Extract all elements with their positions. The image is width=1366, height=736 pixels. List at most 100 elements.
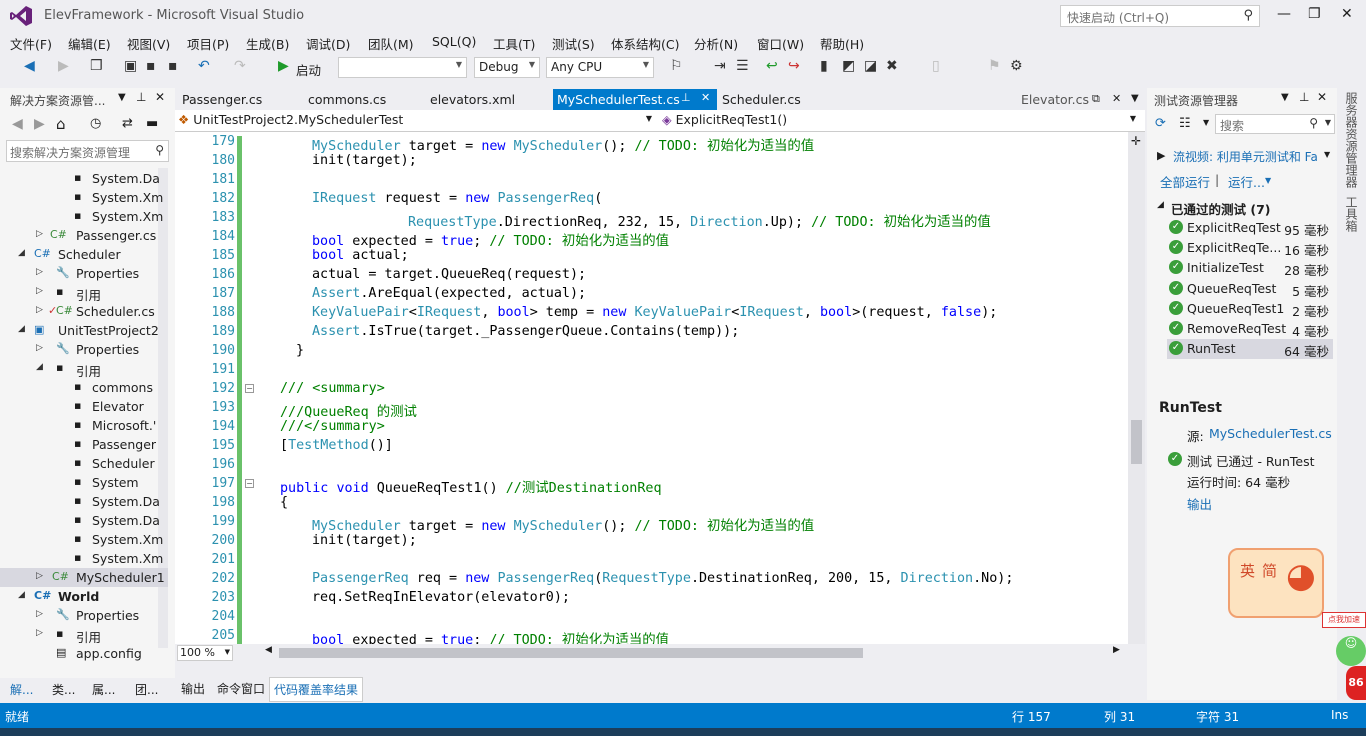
- expand-icon[interactable]: ▷: [36, 609, 43, 619]
- tab-elevator-preview[interactable]: Elevator.cs: [1015, 89, 1095, 110]
- tab-server-explorer[interactable]: 服务器资源管理器: [1343, 92, 1360, 188]
- uncomment-icon[interactable]: ↪: [788, 58, 800, 74]
- tree-item[interactable]: ▪ Passenger: [0, 435, 168, 454]
- close-button[interactable]: ✕: [1341, 6, 1353, 22]
- tree-item[interactable]: ▷ 🔧 Properties: [0, 340, 168, 359]
- history-icon[interactable]: ◷: [90, 116, 101, 131]
- menu-build[interactable]: 生成(B): [246, 34, 289, 53]
- maximize-button[interactable]: ❐: [1308, 6, 1321, 22]
- playlist-link[interactable]: 流视频: 利用单元测试和 Fa: [1173, 148, 1323, 165]
- more-tools-icon[interactable]: ⚙: [1010, 58, 1023, 74]
- expand-icon[interactable]: ▷: [36, 267, 43, 277]
- save-icon[interactable]: ▪: [146, 58, 156, 74]
- indent-icon[interactable]: ☰: [736, 58, 749, 74]
- zoom-combo[interactable]: 100 % ▼: [177, 645, 233, 661]
- tree-item[interactable]: ◢ ▪ 引用: [0, 359, 168, 378]
- find-icon[interactable]: ⚐: [670, 58, 683, 74]
- tab-code-coverage[interactable]: 代码覆盖率结果: [269, 677, 364, 702]
- code-line[interactable]: [TestMethod()]: [280, 438, 393, 453]
- run-all-link[interactable]: 全部运行: [1160, 172, 1210, 191]
- preview-promote-icon[interactable]: ⧉: [1092, 92, 1100, 106]
- collapse-icon[interactable]: ◢: [1157, 200, 1164, 210]
- menu-help[interactable]: 帮助(H): [820, 34, 864, 53]
- collapse-icon[interactable]: ◢: [18, 324, 25, 334]
- tree-item[interactable]: ▷ ▪ 引用: [0, 283, 168, 302]
- code-line[interactable]: public void QueueReqTest1() //测试Destinat…: [280, 476, 662, 496]
- scroll-thumb[interactable]: [1131, 420, 1142, 464]
- scroll-left-icon[interactable]: ◀: [265, 645, 272, 655]
- code-line[interactable]: PassengerReq req = new PassengerReq(Requ…: [312, 571, 1013, 586]
- code-line[interactable]: actual = target.QueueReq(request);: [312, 267, 586, 282]
- expand-icon[interactable]: ▷: [36, 628, 43, 638]
- input-method-widget[interactable]: 英 简 ◕: [1228, 548, 1324, 618]
- tab-myschedulertest-active[interactable]: MySchedulerTest.cs ⊥ ✕: [553, 89, 717, 110]
- attach-icon[interactable]: ▯: [932, 58, 940, 74]
- code-line[interactable]: bool expected = true; // TODO: 初始化为适当的值: [312, 229, 669, 249]
- code-editor[interactable]: 179 MyScheduler target = new MyScheduler(…: [175, 132, 1130, 644]
- tab-scheduler[interactable]: Scheduler.cs: [716, 89, 807, 110]
- menu-project[interactable]: 项目(P): [187, 34, 229, 53]
- test-item[interactable]: ✓ QueueReqTest1 2 毫秒: [1167, 299, 1333, 319]
- collapse-icon[interactable]: ◢: [36, 362, 43, 372]
- code-line[interactable]: /// <summary>: [280, 381, 385, 396]
- source-link[interactable]: MySchedulerTest.cs ,: [1209, 426, 1333, 441]
- code-line[interactable]: RequestType.DirectionReq, 232, 15, Direc…: [408, 210, 991, 230]
- code-line[interactable]: ///QueueReq 的测试: [280, 400, 417, 420]
- back-icon[interactable]: ◀: [24, 58, 35, 74]
- test-item-selected[interactable]: ✓ RunTest 64 毫秒: [1167, 339, 1333, 359]
- tree-item[interactable]: ◢ C# Scheduler: [0, 245, 168, 264]
- group-by-icon[interactable]: ☷: [1179, 116, 1191, 131]
- code-line[interactable]: IRequest request = new PassengerReq(: [312, 191, 602, 206]
- new-project-icon[interactable]: ❒: [90, 58, 103, 74]
- code-line[interactable]: init(target);: [312, 153, 417, 168]
- code-line[interactable]: init(target);: [312, 533, 417, 548]
- tab-team-explorer[interactable]: 团...: [135, 681, 158, 698]
- code-line[interactable]: KeyValuePair<IRequest, bool> temp = new …: [312, 305, 997, 320]
- expand-icon[interactable]: ▷: [36, 571, 43, 581]
- tree-item[interactable]: ▪ System.Xm: [0, 188, 168, 207]
- menu-tools[interactable]: 工具(T): [493, 34, 535, 53]
- menu-test[interactable]: 测试(S): [552, 34, 595, 53]
- tab-toolbox[interactable]: 工具箱: [1343, 196, 1360, 232]
- minimize-button[interactable]: —: [1277, 6, 1291, 22]
- dropdown-icon[interactable]: ▼: [1324, 150, 1330, 159]
- accelerator-ball-icon[interactable]: ☺: [1336, 636, 1366, 666]
- platform-combo[interactable]: Any CPU ▼: [546, 57, 654, 78]
- tree-item[interactable]: ▪ System.Xm: [0, 207, 168, 226]
- pin-icon[interactable]: ⊥: [1299, 90, 1309, 104]
- expand-icon[interactable]: ▷: [36, 229, 43, 239]
- refresh-icon[interactable]: ⟳: [1155, 116, 1166, 131]
- tab-command-window[interactable]: 命令窗口: [217, 680, 265, 697]
- code-line[interactable]: ///</summary>: [280, 419, 385, 434]
- code-line[interactable]: {: [280, 495, 288, 510]
- collapse-region-icon[interactable]: −: [245, 384, 254, 393]
- home-icon[interactable]: ⌂: [56, 115, 66, 133]
- code-line[interactable]: Assert.AreEqual(expected, actual);: [312, 286, 586, 301]
- scroll-right-icon[interactable]: ▶: [1113, 645, 1120, 655]
- pin-icon[interactable]: ⚑: [988, 58, 1001, 74]
- expand-icon[interactable]: ▷: [36, 343, 43, 353]
- menu-sql[interactable]: SQL(Q): [432, 34, 476, 49]
- close-icon[interactable]: ✕: [155, 90, 165, 104]
- tree-item[interactable]: ▷ ✓ C# Scheduler.cs: [0, 302, 168, 321]
- tab-passenger[interactable]: Passenger.cs: [176, 89, 268, 110]
- split-icon[interactable]: ✛: [1131, 134, 1141, 148]
- properties-icon[interactable]: ▬: [146, 116, 158, 131]
- clear-bookmarks-icon[interactable]: ✖: [886, 58, 898, 74]
- panel-dropdown-icon[interactable]: ▼: [1281, 92, 1289, 103]
- sync-icon[interactable]: ⇄: [122, 116, 133, 131]
- speedup-badge[interactable]: 点我加速: [1322, 612, 1366, 628]
- member-combo[interactable]: ◈ ExplicitReqTest1() ▼: [662, 112, 1142, 130]
- code-line[interactable]: MyScheduler target = new MyScheduler(); …: [312, 134, 814, 154]
- tree-item[interactable]: ▪ System.Da: [0, 511, 168, 530]
- tab-solution-explorer[interactable]: 解...: [10, 681, 33, 698]
- collapse-region-icon[interactable]: −: [245, 479, 254, 488]
- dropdown-icon[interactable]: ▼: [1265, 176, 1271, 185]
- code-line[interactable]: }: [296, 343, 304, 358]
- start-button-label[interactable]: 启动: [296, 60, 321, 79]
- menu-edit[interactable]: 编辑(E): [68, 34, 111, 53]
- pin-icon[interactable]: ⊥: [136, 90, 146, 104]
- tree-item[interactable]: ▪ System.Xm: [0, 530, 168, 549]
- menu-architecture[interactable]: 体系结构(C): [611, 34, 679, 53]
- code-line[interactable]: bool actual;: [312, 248, 409, 263]
